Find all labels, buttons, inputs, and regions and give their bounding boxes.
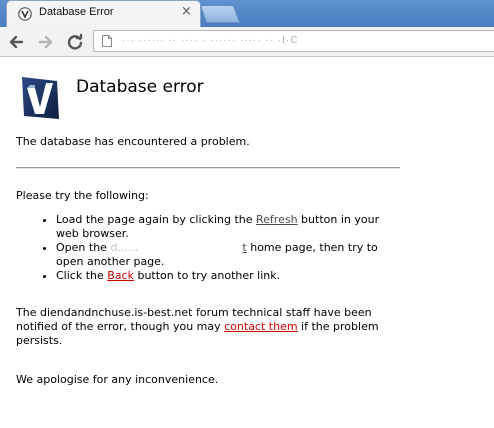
tip2-text: Open the xyxy=(56,241,111,254)
list-item: Load the page again by clicking the Refr… xyxy=(56,213,396,241)
url-text: ··· ······ ·· ···· · ······ ····· ·· ·I·… xyxy=(122,35,299,46)
page-title: Database error xyxy=(76,77,204,97)
list-item: Open the d......t home page, then try to… xyxy=(56,241,396,269)
suggestion-list: Load the page again by clicking the Refr… xyxy=(16,213,396,283)
tip3-text: Click the xyxy=(56,269,108,282)
tip1-text: Load the page again by clicking the xyxy=(56,213,257,226)
tip3-text-end: button to try another link. xyxy=(133,269,281,282)
back-arrow-icon[interactable] xyxy=(6,32,26,52)
reload-icon[interactable] xyxy=(65,32,85,52)
refresh-link[interactable]: Refresh xyxy=(256,213,298,226)
error-intro: The database has encountered a problem. xyxy=(16,135,250,148)
browser-tab[interactable]: Database Error × xyxy=(6,0,201,27)
forum-name-blurred: d...... xyxy=(110,241,139,254)
tab-title: Database Error xyxy=(39,6,114,18)
list-item: Click the Back button to try another lin… xyxy=(56,269,396,283)
site-favicon-icon xyxy=(18,7,32,21)
back-link[interactable]: Back xyxy=(107,269,134,282)
forward-arrow-icon[interactable] xyxy=(36,32,56,52)
browser-toolbar: ··· ······ ·· ···· · ······ ····· ·· ·I·… xyxy=(0,27,494,57)
browser-titlebar: Database Error × xyxy=(0,0,494,27)
page-content: Database error The database has encounte… xyxy=(0,57,494,428)
new-tab-button[interactable] xyxy=(199,5,241,23)
forum-logo-icon xyxy=(22,77,59,119)
page-icon xyxy=(102,35,112,47)
try-heading: Please try the following: xyxy=(16,189,149,202)
apology-text: We apologise for any inconvenience. xyxy=(16,373,219,386)
close-tab-icon[interactable]: × xyxy=(181,5,192,18)
contact-notice: The diendandnchuse.is-best.net forum tec… xyxy=(16,306,400,348)
address-bar[interactable]: ··· ······ ·· ···· · ······ ····· ·· ·I·… xyxy=(93,30,494,52)
contact-link[interactable]: contact them xyxy=(224,320,297,333)
divider xyxy=(16,167,400,169)
